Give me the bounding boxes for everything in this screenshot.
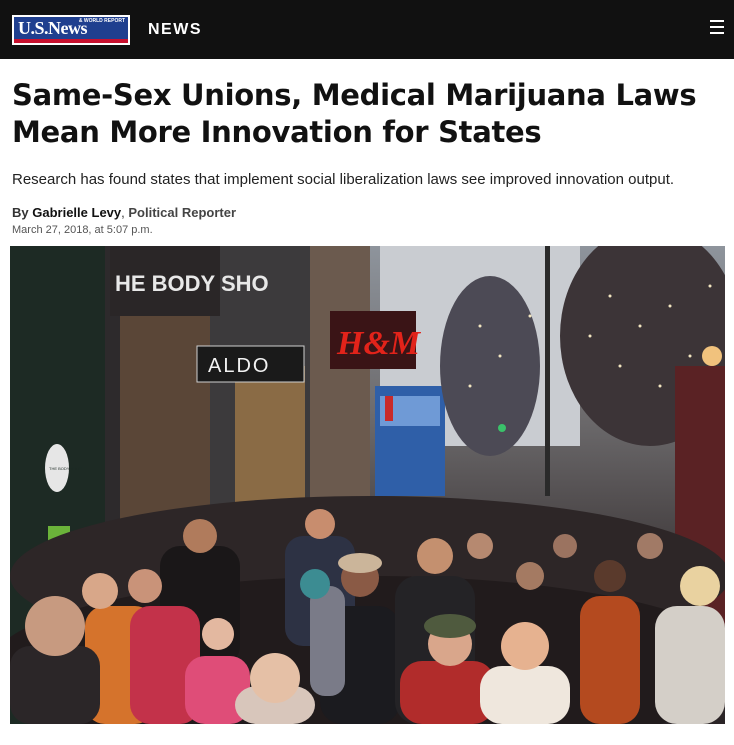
top-nav-bar: U.S.News & WORLD REPORT NEWS xyxy=(0,0,734,59)
body-shop-sign: THE BODY SHOP xyxy=(49,466,82,471)
byline-prefix: By xyxy=(12,205,29,220)
article: Same-Sex Unions, Medical Marijuana Laws … xyxy=(0,77,734,236)
author-role: Political Reporter xyxy=(128,205,237,220)
logo-stripe xyxy=(14,38,128,43)
aldo-sign: ALDO xyxy=(208,355,270,377)
article-photo: HE BODY SHO ALDO H&M THE BODY SHOP xyxy=(10,246,725,724)
hamburger-menu-icon[interactable] xyxy=(710,20,724,34)
byline-separator: , xyxy=(121,205,125,220)
storefront-sign-text: HE BODY SHO xyxy=(115,271,269,296)
article-dek: Research has found states that implement… xyxy=(12,171,675,188)
byline: By Gabrielle Levy, Political Reporter xyxy=(12,204,722,222)
article-headline: Same-Sex Unions, Medical Marijuana Laws … xyxy=(12,78,697,149)
hm-sign: H&M xyxy=(336,325,422,362)
usnews-logo[interactable]: U.S.News & WORLD REPORT xyxy=(12,14,130,45)
logo-text: U.S.News xyxy=(18,17,88,38)
publish-date: March 27, 2018, at 5:07 p.m. xyxy=(12,224,153,236)
author-link[interactable]: Gabrielle Levy xyxy=(32,205,121,220)
section-link-news[interactable]: NEWS xyxy=(148,21,202,39)
street-crowd-illustration: HE BODY SHO ALDO H&M THE BODY SHOP xyxy=(10,246,725,724)
logo-subtext: & WORLD REPORT xyxy=(78,17,125,24)
